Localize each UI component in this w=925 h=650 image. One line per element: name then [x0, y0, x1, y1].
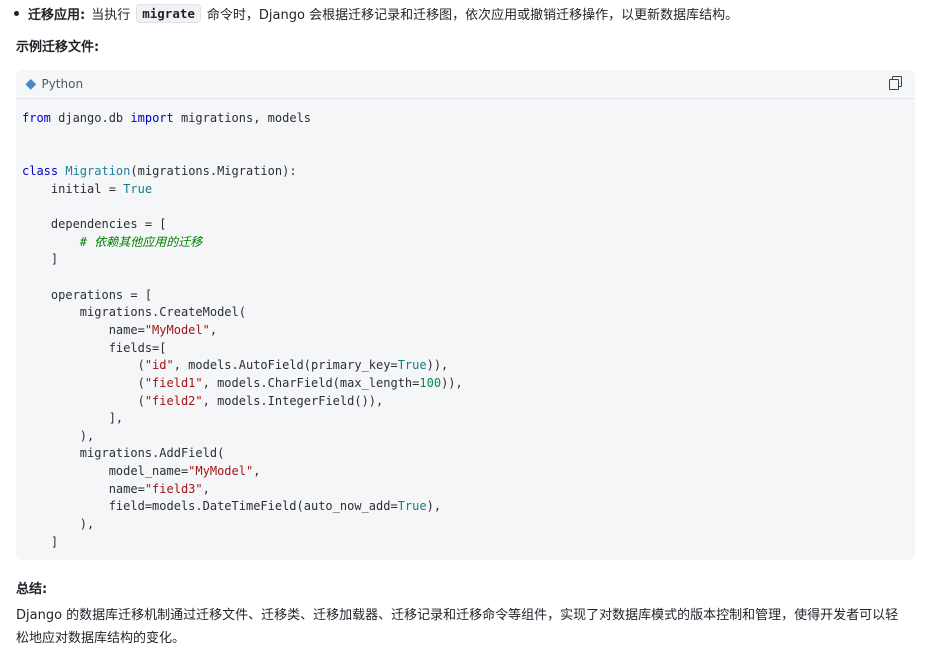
summary-title: 总结: [16, 582, 48, 597]
bullet-dot [14, 10, 19, 16]
code-content: from django.db import migrations, models… [22, 111, 463, 549]
code-language-label: Python [41, 77, 84, 91]
bullet-text-before: 当执行 [91, 7, 131, 23]
bullet-text-after: 命令时，Django 会根据迁移记录和迁移图，依次应用或撤销迁移操作，以更新数据… [206, 7, 739, 23]
code-block: ■ Python from django.db import migration… [16, 70, 915, 560]
inline-code: migrate [136, 3, 201, 23]
copy-icon-front [889, 79, 899, 90]
summary-text: Django 的数据库迁移机制通过迁移文件、迁移类、迁移加载器、迁移记录和迁移命… [16, 608, 899, 646]
example-heading: 示例迁移文件: [16, 40, 100, 55]
code-block-header: ■ Python [16, 70, 915, 99]
python-diamond-icon: ■ [23, 76, 38, 92]
bullet-label: 迁移应用: [28, 7, 86, 23]
copy-code-button[interactable] [889, 76, 903, 90]
bullet-item: 迁移应用: 当执行 migrate 命令时，Django 会根据迁移记录和迁移图… [14, 3, 739, 23]
